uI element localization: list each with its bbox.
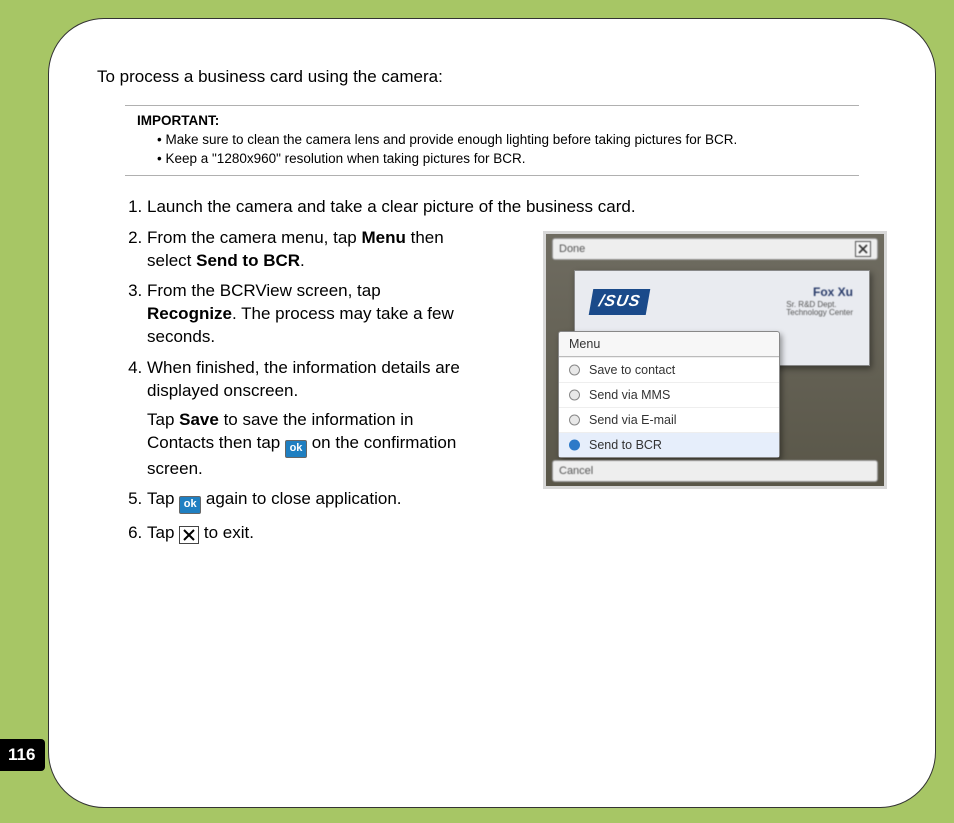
screenshot-top-bar: Done [552,238,878,260]
menu-item-send-bcr[interactable]: Send to BCR [559,432,779,457]
important-bullet-1: • Make sure to clean the camera lens and… [157,131,855,150]
close-icon [855,241,871,257]
close-icon [179,526,199,544]
document-page: To process a business card using the cam… [48,18,936,808]
menu-title: Menu [559,332,779,357]
screenshot-bottom-bar: Cancel [552,460,878,482]
menu-item-send-mms[interactable]: Send via MMS [559,382,779,407]
device-screenshot: Done /SUS Fox Xu Sr. R&D Dept. Technolog… [543,231,887,489]
camera-menu: Menu Save to contact Send via MMS Send v… [558,331,780,458]
step-1: Launch the camera and take a clear pictu… [147,196,887,219]
step-4: When finished, the information details a… [147,357,467,480]
menu-item-send-email[interactable]: Send via E-mail [559,407,779,432]
step-5: Tap ok again to close application. [147,488,467,513]
ok-icon: ok [285,440,307,458]
asus-logo: /SUS [589,289,651,315]
intro-text: To process a business card using the cam… [97,67,887,87]
steps-list-cont: From the camera menu, tap Menu then sele… [147,227,467,545]
step-6: Tap to exit. [147,522,467,545]
card-subtitle: Sr. R&D Dept. Technology Center [786,301,853,319]
page-number: 116 [0,739,45,771]
important-box: IMPORTANT: • Make sure to clean the came… [125,105,859,176]
step-2: From the camera menu, tap Menu then sele… [147,227,467,273]
card-name: Fox Xu [813,285,853,299]
cancel-label: Cancel [559,465,593,477]
steps-list: Launch the camera and take a clear pictu… [147,196,887,219]
step-3: From the BCRView screen, tap Recognize. … [147,280,467,349]
important-bullet-2: • Keep a "1280x960" resolution when taki… [157,150,855,169]
menu-item-save-contact[interactable]: Save to contact [559,357,779,382]
step-1-text: Launch the camera and take a clear pictu… [147,197,636,216]
important-label: IMPORTANT: [137,112,855,131]
done-label: Done [559,243,585,255]
ok-icon: ok [179,496,201,514]
